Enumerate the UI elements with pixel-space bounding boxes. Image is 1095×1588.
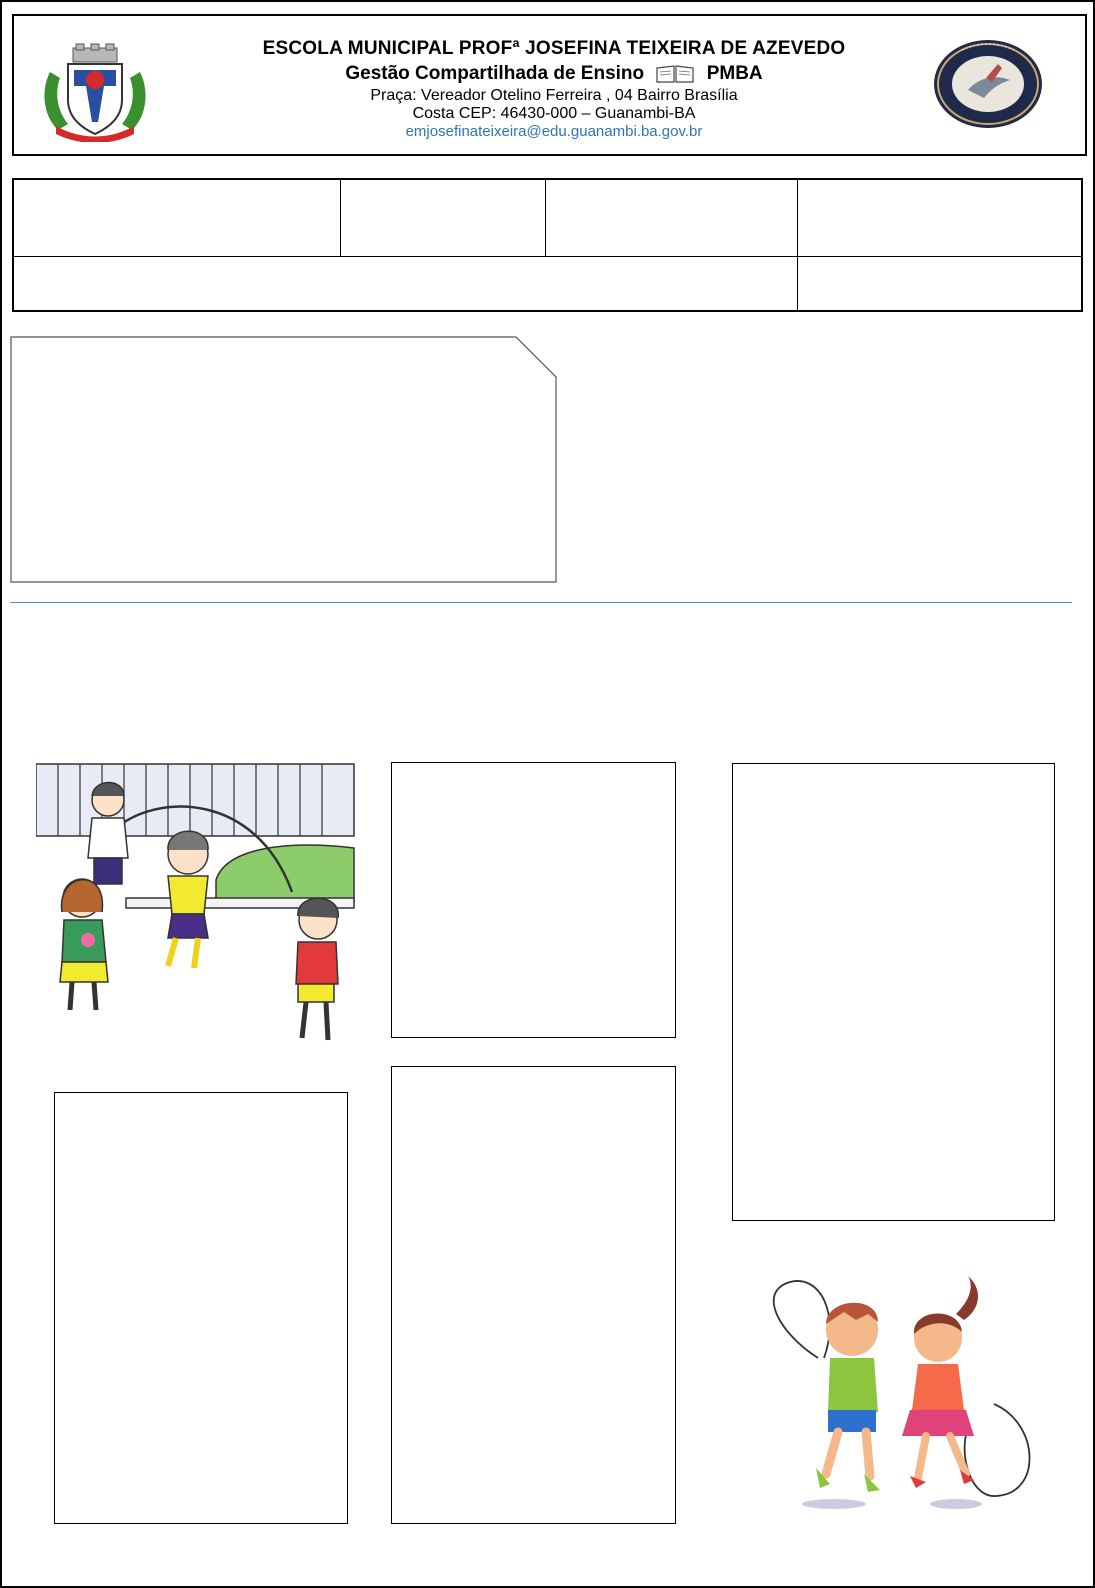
- municipal-coat-of-arms-icon: [44, 43, 146, 142]
- address-line-1: Praça: Vereador Otelino Ferreira , 04 Ba…: [370, 87, 738, 104]
- address-line-2: Costa CEP: 46430-000 – Guanambi-BA: [412, 105, 696, 122]
- table-divider: [797, 180, 798, 310]
- management-line: Gestão Compartilhada de Ensino PMBA: [204, 63, 904, 85]
- table-cell-date[interactable]: [799, 180, 1079, 256]
- school-name: ESCOLA MUNICIPAL PROFª JOSEFINA TEIXEIRA…: [262, 38, 846, 59]
- table-cell-class[interactable]: [547, 180, 797, 256]
- table-divider: [545, 180, 546, 256]
- student-info-table: [12, 178, 1083, 312]
- table-row-divider: [14, 256, 1081, 257]
- school-header: ESCOLA MUNICIPAL PROFª JOSEFINA TEIXEIRA…: [12, 14, 1087, 156]
- note-box: [10, 336, 557, 583]
- table-cell-grade[interactable]: [342, 180, 545, 256]
- school-email: emjosefinateixeira@edu.guanambi.ba.gov.b…: [405, 123, 703, 140]
- answer-frame-3[interactable]: [391, 1066, 676, 1524]
- management-left: Gestão Compartilhada de Ensino: [345, 63, 645, 84]
- table-divider: [340, 180, 341, 256]
- boy-and-girl-skipping-rope-illustration: [772, 1276, 1031, 1509]
- school-seal-icon: [934, 40, 1042, 128]
- management-right: PMBA: [706, 63, 763, 84]
- open-book-icon: [656, 65, 695, 83]
- table-cell-name[interactable]: [14, 180, 340, 256]
- table-cell-extra[interactable]: [799, 258, 1079, 310]
- answer-frame-2[interactable]: [732, 763, 1055, 1221]
- children-jumping-rope-illustration: [36, 763, 355, 1041]
- table-cell-teacher[interactable]: [14, 258, 797, 310]
- answer-frame-4[interactable]: [54, 1092, 348, 1524]
- divider-line: [10, 602, 1072, 603]
- answer-frame-1[interactable]: [391, 762, 676, 1038]
